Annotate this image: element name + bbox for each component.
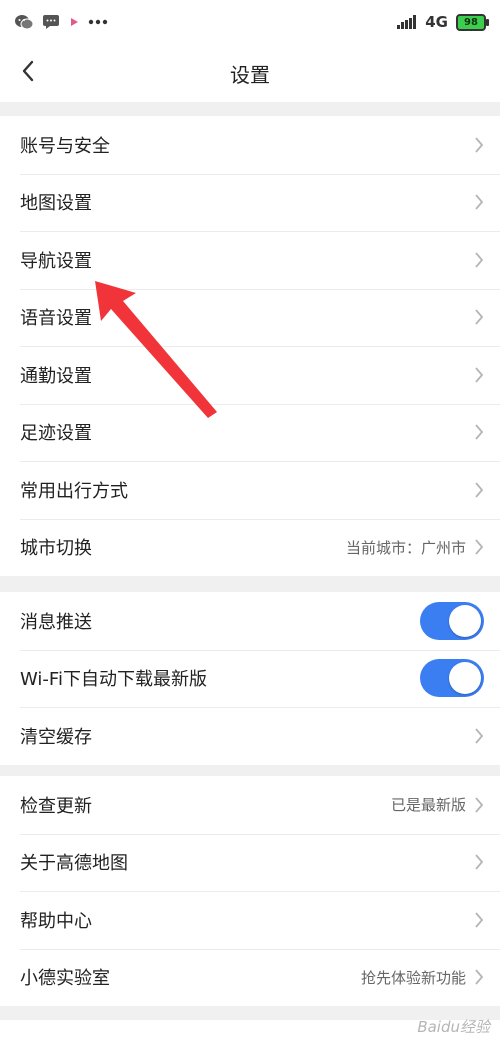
signal-icon <box>397 15 417 29</box>
current-city-value: 当前城市：广州市 <box>345 538 466 557</box>
chevron-right-icon <box>474 251 484 269</box>
message-icon <box>42 14 60 30</box>
settings-row-footprint[interactable]: 足迹设置 <box>0 403 500 462</box>
back-button[interactable] <box>8 52 48 94</box>
status-bar-left <box>14 14 108 30</box>
settings-group-general: 账号与安全 地图设置 导航设置 语音设置 通勤设置 足迹设置 常用出行方式 城市… <box>0 116 500 576</box>
push-notifications-toggle[interactable] <box>420 601 484 640</box>
chevron-right-icon <box>474 366 484 384</box>
settings-row-travel-mode[interactable]: 常用出行方式 <box>0 461 500 519</box>
more-dots-icon <box>88 19 108 25</box>
settings-row-help-center[interactable]: 帮助中心 <box>0 891 500 949</box>
chevron-right-icon <box>474 481 484 499</box>
status-bar: 4G 98 <box>0 0 500 44</box>
chevron-right-icon <box>474 796 484 814</box>
row-label: 通勤设置 <box>20 365 92 387</box>
lab-description-value: 抢先体验新功能 <box>360 968 466 987</box>
settings-row-wifi-auto-download: Wi-Fi下自动下载最新版 <box>0 649 500 708</box>
battery-icon: 98 <box>456 13 489 31</box>
row-label: Wi-Fi下自动下载最新版 <box>20 669 207 691</box>
chevron-right-icon <box>474 538 484 556</box>
row-label: 小德实验室 <box>20 968 110 990</box>
chevron-right-icon <box>474 727 484 745</box>
watermark: Baidu经验 <box>417 1018 490 1036</box>
chevron-right-icon <box>474 136 484 154</box>
toggle-knob <box>449 604 481 637</box>
toggle-knob <box>449 662 481 695</box>
row-label: 足迹设置 <box>20 423 92 445</box>
wechat-icon <box>14 14 34 30</box>
status-bar-right: 4G 98 <box>397 13 489 31</box>
settings-row-about[interactable]: 关于高德地图 <box>0 833 500 892</box>
chevron-left-icon <box>21 60 35 86</box>
page-title: 设置 <box>230 62 270 87</box>
settings-row-map[interactable]: 地图设置 <box>0 173 500 232</box>
settings-row-city-switch[interactable]: 城市切换 当前城市：广州市 <box>0 518 500 577</box>
row-label: 地图设置 <box>20 193 92 215</box>
row-label: 帮助中心 <box>20 910 92 932</box>
row-label: 清空缓存 <box>20 726 92 748</box>
chevron-right-icon <box>474 193 484 211</box>
settings-group-data: 消息推送 Wi-Fi下自动下载最新版 清空缓存 <box>0 592 500 765</box>
nav-header: 设置 <box>0 44 500 102</box>
settings-row-account-security[interactable]: 账号与安全 <box>0 116 500 174</box>
row-label: 检查更新 <box>20 795 92 817</box>
network-type-label: 4G <box>425 13 448 31</box>
row-label: 常用出行方式 <box>20 480 128 502</box>
battery-level: 98 <box>464 16 478 28</box>
chevron-right-icon <box>474 423 484 441</box>
row-label: 城市切换 <box>20 538 92 560</box>
settings-row-voice[interactable]: 语音设置 <box>0 288 500 347</box>
settings-row-clear-cache[interactable]: 清空缓存 <box>0 707 500 765</box>
row-label: 关于高德地图 <box>20 853 128 875</box>
chevron-right-icon <box>474 911 484 929</box>
settings-group-about: 检查更新 已是最新版 关于高德地图 帮助中心 小德实验室 抢先体验新功能 <box>0 776 500 1006</box>
play-icon <box>68 16 80 28</box>
row-label: 语音设置 <box>20 308 92 330</box>
settings-row-navigation[interactable]: 导航设置 <box>0 231 500 289</box>
settings-row-commute[interactable]: 通勤设置 <box>0 346 500 404</box>
row-label: 账号与安全 <box>20 135 110 157</box>
chevron-right-icon <box>474 968 484 986</box>
settings-row-lab[interactable]: 小德实验室 抢先体验新功能 <box>0 948 500 1007</box>
row-label: 导航设置 <box>20 250 92 272</box>
update-status-value: 已是最新版 <box>390 796 466 815</box>
wifi-auto-download-toggle[interactable] <box>420 659 484 698</box>
row-label: 消息推送 <box>20 611 92 633</box>
chevron-right-icon <box>474 853 484 871</box>
settings-row-check-update[interactable]: 检查更新 已是最新版 <box>0 776 500 834</box>
chevron-right-icon <box>474 308 484 326</box>
settings-row-push-notifications: 消息推送 <box>0 592 500 650</box>
